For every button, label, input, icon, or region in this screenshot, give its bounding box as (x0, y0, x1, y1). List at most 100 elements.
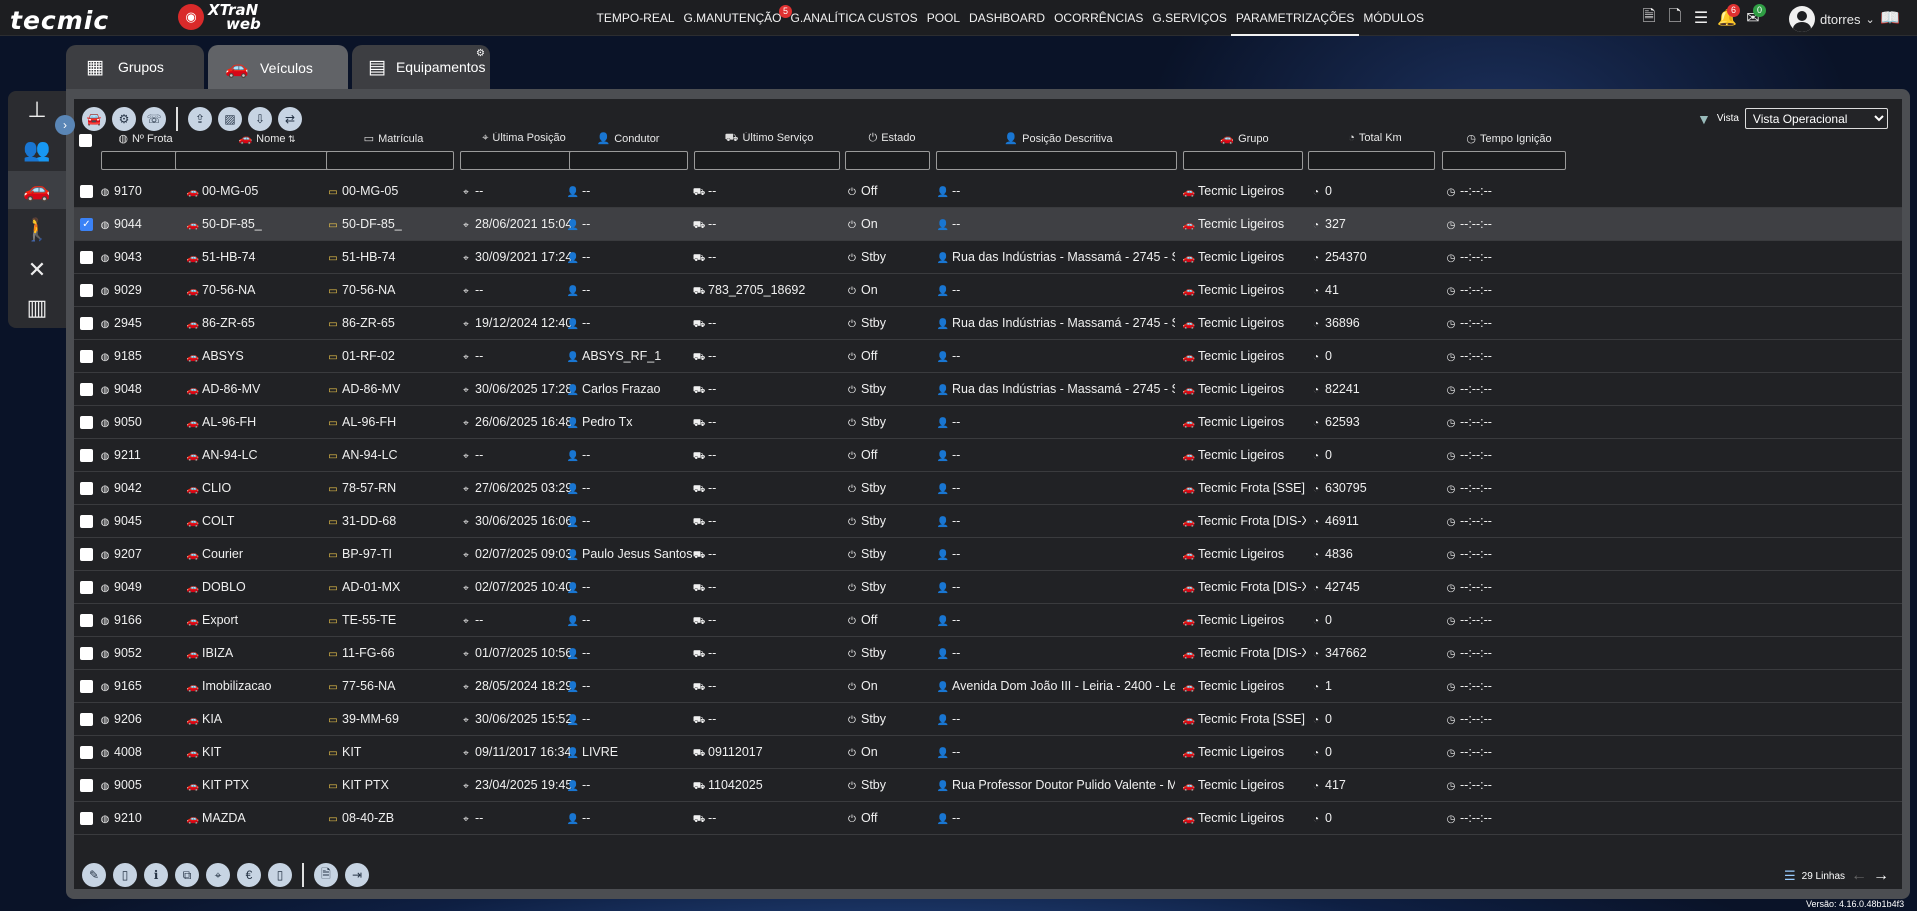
filter-input-total-km[interactable] (1308, 151, 1435, 170)
notifications-bell-icon[interactable]: 🔔 6 (1714, 0, 1740, 36)
table-row[interactable]: ◍ 9048 🚗 AD-86-MV ▭ AD-86-MV ⌖ 30/06/2025 17:28… (74, 373, 1902, 406)
row-checkbox[interactable] (80, 647, 93, 660)
filter-input-frota[interactable] (101, 151, 183, 170)
table-row[interactable]: ◍ 2945 🚗 86-ZR-65 ▭ 86-ZR-65 ⌖ 19/12/2024 12:40… (74, 307, 1902, 340)
table-row[interactable]: ◍ 9206 🚗 KIA ▭ 39-MM-69 ⌖ 30/06/2025 15:52 👤 -- ⛟ -… (74, 703, 1902, 736)
export-button[interactable]: ⇪ (188, 107, 212, 131)
column-header-ultimo-servico[interactable]: ⛟ Último Serviço (694, 132, 844, 146)
row-checkbox[interactable] (80, 581, 93, 594)
filter-input-condutor[interactable] (569, 151, 688, 170)
sidebar-expand-button[interactable]: › (55, 115, 75, 135)
nav-item-3[interactable]: POOL (922, 0, 964, 36)
row-checkbox[interactable] (80, 515, 93, 528)
table-row[interactable]: ◍ 9210 🚗 MAZDA ▭ 08-40-ZB ⌖ -- 👤 -- ⛟ -- ⏻ Off 👤 -- 🚗 Tec… (74, 802, 1902, 835)
copy-button[interactable]: ⧉ (175, 863, 199, 887)
filter-input-estado[interactable] (845, 151, 930, 170)
sliders-icon[interactable]: ☰ (1688, 0, 1714, 36)
tab-veiculos[interactable]: 🚗 Veículos (208, 45, 348, 90)
side-item-reports[interactable]: ▥ (8, 289, 66, 327)
messages-envelope-icon[interactable]: ✉ 0 (1740, 0, 1766, 36)
edit-button[interactable]: ✎ (82, 863, 106, 887)
table-row[interactable]: ◍ 9029 🚗 70-56-NA ▭ 70-56-NA ⌖ -- 👤 -- ⛟ 783_2705_1… (74, 274, 1902, 307)
table-row[interactable]: ◍ 4008 🚗 KIT ▭ KIT ⌖ 09/11/2017 16:34 👤 LIVRE ⛟ 091… (74, 736, 1902, 769)
row-checkbox[interactable] (80, 416, 93, 429)
filter-input-tempo-ignicao[interactable] (1442, 151, 1566, 170)
nav-item-8[interactable]: MÓDULOS (1359, 0, 1429, 36)
column-header-posicao-descritiva[interactable]: 👤 Posição Descritiva (936, 132, 1181, 146)
help-book-icon[interactable]: 📖 (1880, 8, 1900, 28)
document-button[interactable]: 🗎 (314, 863, 338, 887)
table-row[interactable]: ◍ 9042 🚗 CLIO ▭ 78-57-RN ⌖ 27/06/2025 03:29 👤 -- ⛟… (74, 472, 1902, 505)
row-checkbox[interactable] (80, 317, 93, 330)
table-row[interactable]: ◍ 9165 🚗 Imobilizacao ▭ 77-56-NA ⌖ 28/05/2024 1… (74, 670, 1902, 703)
table-row[interactable]: ◍ 9170 🚗 00-MG-05 ▭ 00-MG-05 ⌖ -- 👤 -- ⛟ -- ⏻ Off 👤 -- 🚗… (74, 175, 1902, 208)
vehicle-call-button[interactable]: ☏ (142, 107, 166, 131)
row-checkbox[interactable] (80, 383, 93, 396)
costs-button[interactable]: € (237, 863, 261, 887)
table-row[interactable]: ◍ 9211 🚗 AN-94-LC ▭ AN-94-LC ⌖ -- 👤 -- ⛟ -- ⏻ Off 👤 -- 🚗… (74, 439, 1902, 472)
table-row[interactable]: ◍ 9185 🚗 ABSYS ▭ 01-RF-02 ⌖ -- 👤 ABSYS_RF_1 ⛟ -- ⏻ Of… (74, 340, 1902, 373)
info-button[interactable]: ℹ (144, 863, 168, 887)
nav-item-5[interactable]: OCORRÊNCIAS (1050, 0, 1148, 36)
table-row[interactable]: ◍ 9052 🚗 IBIZA ▭ 11-FG-66 ⌖ 01/07/2025 10:56 👤 --… (74, 637, 1902, 670)
import-button[interactable]: ⇩ (248, 107, 272, 131)
table-row[interactable]: ✓ ◍ 9044 🚗 50-DF-85_ ▭ 50-DF-85_ ⌖ 28/06/2021 15… (74, 208, 1902, 241)
row-checkbox[interactable] (80, 812, 93, 825)
mobile-button[interactable]: ▯ (268, 863, 292, 887)
side-item-vehicles[interactable]: 🚗 (8, 171, 66, 209)
row-checkbox[interactable] (80, 482, 93, 495)
filter-input-posicao-descritiva[interactable] (936, 151, 1177, 170)
row-checkbox[interactable] (80, 185, 93, 198)
side-item-people[interactable]: 👥 (8, 131, 66, 169)
column-header-condutor[interactable]: 👤 Condutor (568, 132, 688, 146)
nav-item-2[interactable]: G.ANALÍTICA CUSTOS (786, 0, 922, 36)
sort-icon[interactable]: ⇅ (286, 134, 296, 144)
column-header-estado[interactable]: ⏻ Estado (847, 132, 937, 146)
prev-page-arrow-icon[interactable]: ← (1851, 867, 1867, 885)
column-header-grupo[interactable]: 🚗 Grupo (1182, 132, 1307, 146)
table-row[interactable]: ◍ 9045 🚗 COLT ▭ 31-DD-68 ⌖ 30/06/2025 16:06 👤 -- ⛟… (74, 505, 1902, 538)
chart-button[interactable]: ▨ (218, 107, 242, 131)
vehicle-config-button[interactable]: ⚙ (112, 107, 136, 131)
filter-input-ultimo-servico[interactable] (694, 151, 840, 170)
table-row[interactable]: ◍ 9049 🚗 DOBLO ▭ AD-01-MX ⌖ 02/07/2025 10:40 👤 --… (74, 571, 1902, 604)
row-checkbox[interactable] (80, 284, 93, 297)
document-icon[interactable]: 🗋 (1662, 0, 1688, 36)
next-page-arrow-icon[interactable]: → (1873, 867, 1889, 885)
filter-input-grupo[interactable] (1183, 151, 1303, 170)
add-vehicle-button[interactable]: 🚘 (82, 107, 106, 131)
location-button[interactable]: ⌖ (206, 863, 230, 887)
filter-input-ultima-posicao[interactable] (460, 151, 586, 170)
table-row[interactable]: ◍ 9050 🚗 AL-96-FH ▭ AL-96-FH ⌖ 26/06/2025 16:48… (74, 406, 1902, 439)
row-checkbox[interactable] (80, 614, 93, 627)
column-header-tempo-ignicao[interactable]: ◷ Tempo Ignição (1444, 132, 1574, 146)
document-settings-icon[interactable]: 🗎 (1636, 0, 1662, 36)
side-item-walk[interactable]: 🚶 (8, 211, 66, 249)
tab-equipamentos[interactable]: ▤ Equipamentos ⚙ (352, 45, 490, 89)
table-row[interactable]: ◍ 9207 🚗 Courier ▭ BP-97-TI ⌖ 02/07/2025 09:03 👤… (74, 538, 1902, 571)
row-checkbox[interactable] (80, 548, 93, 561)
nav-item-7[interactable]: PARAMETRIZAÇÕES (1231, 0, 1359, 36)
nav-item-1[interactable]: G.MANUTENÇÃO 5 (679, 0, 793, 36)
vista-select[interactable]: Vista Operacional (1744, 108, 1888, 129)
column-header-matricula[interactable]: ▭ Matrícula (326, 132, 461, 146)
user-menu[interactable]: dtorres ⌄ (1789, 6, 1875, 32)
nav-item-6[interactable]: G.SERVIÇOS (1148, 0, 1231, 36)
filter-input-matricula[interactable] (326, 151, 454, 170)
document-export-button[interactable]: ⇥ (345, 863, 369, 887)
row-checkbox[interactable] (80, 350, 93, 363)
row-checkbox[interactable] (80, 680, 93, 693)
row-checkbox[interactable]: ✓ (80, 218, 93, 231)
xtranweb-logo[interactable]: ◉ XTraN web (178, 3, 261, 32)
row-checkbox[interactable] (80, 449, 93, 462)
device-config-button[interactable]: ▯ (113, 863, 137, 887)
transfer-button[interactable]: ⇄ (278, 107, 302, 131)
tab-grupos[interactable]: ▦ Grupos (66, 45, 204, 89)
row-checkbox[interactable] (80, 251, 93, 264)
row-checkbox[interactable] (80, 746, 93, 759)
side-item-tools[interactable]: ✕ (8, 251, 66, 289)
row-checkbox[interactable] (80, 713, 93, 726)
table-row[interactable]: ◍ 9005 🚗 KIT PTX ▭ KIT PTX ⌖ 23/04/2025 19:45 👤 -… (74, 769, 1902, 802)
nav-item-0[interactable]: TEMPO-REAL (592, 0, 679, 36)
column-header-total-km[interactable]: ◔ Total Km (1310, 132, 1440, 146)
